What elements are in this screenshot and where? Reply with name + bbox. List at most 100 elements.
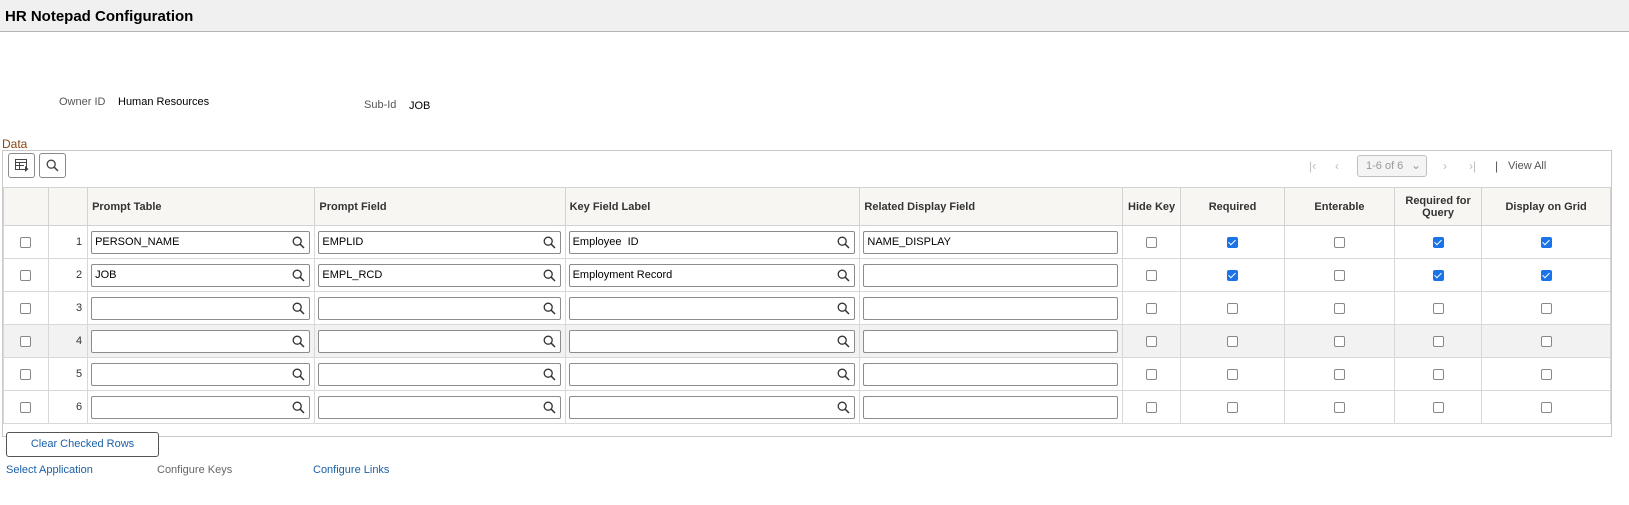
enterable-checkbox[interactable]	[1333, 269, 1345, 281]
first-page-icon[interactable]: |‹	[1309, 159, 1316, 173]
lookup-search-icon[interactable]	[837, 401, 850, 414]
lookup-search-icon[interactable]	[837, 236, 850, 249]
display-on-grid-checkbox[interactable]	[1540, 269, 1552, 281]
row-select-checkbox[interactable]	[20, 401, 32, 413]
row-select-checkbox[interactable]	[20, 236, 32, 248]
prompt-table-input[interactable]	[92, 396, 287, 418]
prompt-table-input[interactable]	[92, 297, 287, 319]
hide-key-checkbox[interactable]	[1146, 335, 1158, 347]
lookup-search-icon[interactable]	[543, 335, 556, 348]
display-on-grid-checkbox[interactable]	[1540, 401, 1552, 413]
enterable-checkbox[interactable]	[1333, 335, 1345, 347]
display-on-grid-header: Display on Grid	[1481, 187, 1611, 226]
lookup-search-icon[interactable]	[837, 302, 850, 315]
required-checkbox[interactable]	[1227, 368, 1239, 380]
prompt-table-wrapper	[91, 296, 311, 320]
display-on-grid-checkbox[interactable]	[1540, 335, 1552, 347]
prompt-field-input[interactable]	[319, 363, 537, 385]
required-for-query-checkbox[interactable]	[1432, 368, 1444, 380]
enterable-checkbox[interactable]	[1333, 368, 1345, 380]
lookup-search-icon[interactable]	[543, 302, 556, 315]
related-display-field-input[interactable]	[864, 231, 1115, 253]
row-select-checkbox[interactable]	[20, 302, 32, 314]
find-in-grid-button[interactable]	[39, 153, 66, 178]
required-for-query-checkbox[interactable]	[1432, 401, 1444, 413]
required-for-query-checkbox[interactable]	[1432, 335, 1444, 347]
select-application-link[interactable]: Select Application	[6, 464, 93, 476]
key-field-label-input[interactable]	[569, 297, 832, 319]
prompt-field-wrapper	[318, 296, 561, 320]
key-field-label-header: Key Field Label	[564, 187, 861, 226]
previous-page-icon[interactable]: ‹	[1335, 159, 1339, 173]
last-page-icon[interactable]: ›|	[1469, 159, 1476, 173]
enterable-checkbox[interactable]	[1333, 401, 1345, 413]
hide-key-checkbox[interactable]	[1146, 302, 1158, 314]
hide-key-checkbox[interactable]	[1146, 269, 1158, 281]
related-display-field-input[interactable]	[864, 330, 1115, 352]
table-row: 6	[3, 390, 1611, 424]
lookup-search-icon[interactable]	[292, 302, 305, 315]
lookup-search-icon[interactable]	[837, 368, 850, 381]
lookup-search-icon[interactable]	[543, 401, 556, 414]
lookup-search-icon[interactable]	[543, 269, 556, 282]
search-icon	[46, 159, 59, 172]
related-display-field-input[interactable]	[864, 297, 1115, 319]
required-for-query-checkbox[interactable]	[1432, 236, 1444, 248]
enterable-checkbox[interactable]	[1333, 236, 1345, 248]
lookup-search-icon[interactable]	[292, 335, 305, 348]
row-select-checkbox[interactable]	[20, 335, 32, 347]
lookup-search-icon[interactable]	[292, 401, 305, 414]
prompt-field-input[interactable]	[319, 264, 537, 286]
view-all-link[interactable]: View All	[1508, 160, 1546, 172]
required-checkbox[interactable]	[1227, 335, 1239, 347]
related-display-field-input[interactable]	[864, 264, 1115, 286]
lookup-search-icon[interactable]	[543, 368, 556, 381]
display-on-grid-checkbox[interactable]	[1540, 368, 1552, 380]
lookup-search-icon[interactable]	[543, 236, 556, 249]
required-checkbox[interactable]	[1227, 269, 1239, 281]
key-field-label-input[interactable]	[569, 231, 832, 253]
display-on-grid-checkbox[interactable]	[1540, 236, 1552, 248]
required-for-query-checkbox[interactable]	[1432, 302, 1444, 314]
hide-key-checkbox[interactable]	[1146, 236, 1158, 248]
configure-links-link[interactable]: Configure Links	[313, 464, 389, 476]
key-field-label-input[interactable]	[569, 396, 832, 418]
hide-key-checkbox[interactable]	[1146, 368, 1158, 380]
prompt-table-input[interactable]	[92, 231, 287, 253]
lookup-search-icon[interactable]	[292, 236, 305, 249]
lookup-search-icon[interactable]	[837, 335, 850, 348]
prompt-table-input[interactable]	[92, 330, 287, 352]
prompt-field-input[interactable]	[319, 330, 537, 352]
key-field-label-input[interactable]	[569, 363, 832, 385]
lookup-search-icon[interactable]	[292, 269, 305, 282]
prompt-field-input[interactable]	[319, 231, 537, 253]
prompt-table-input[interactable]	[92, 363, 287, 385]
required-checkbox[interactable]	[1227, 401, 1239, 413]
lookup-search-icon[interactable]	[837, 269, 850, 282]
prompt-field-input[interactable]	[319, 297, 537, 319]
display-on-grid-checkbox[interactable]	[1540, 302, 1552, 314]
key-field-label-input[interactable]	[569, 264, 832, 286]
related-display-field-input[interactable]	[864, 363, 1115, 385]
data-section-label: Data	[2, 137, 28, 151]
row-select-checkbox[interactable]	[20, 269, 32, 281]
row-select-checkbox[interactable]	[20, 368, 32, 380]
hide-key-checkbox[interactable]	[1146, 401, 1158, 413]
required-checkbox[interactable]	[1227, 302, 1239, 314]
related-display-field-input[interactable]	[864, 396, 1115, 418]
page-range-select[interactable]: 1-6 of 6 ⌄	[1357, 155, 1427, 177]
page-range-value: 1-6 of 6	[1366, 160, 1404, 172]
clear-checked-rows-button[interactable]: Clear Checked Rows	[6, 432, 159, 457]
prompt-field-input[interactable]	[319, 396, 537, 418]
required-checkbox[interactable]	[1227, 236, 1239, 248]
related-display-field-header: Related Display Field	[859, 187, 1124, 226]
lookup-search-icon[interactable]	[292, 368, 305, 381]
key-field-label-wrapper	[568, 395, 856, 419]
next-page-icon[interactable]: ›	[1443, 159, 1447, 173]
prompt-field-wrapper	[318, 395, 561, 419]
enterable-checkbox[interactable]	[1333, 302, 1345, 314]
required-for-query-checkbox[interactable]	[1432, 269, 1444, 281]
key-field-label-input[interactable]	[569, 330, 832, 352]
prompt-table-input[interactable]	[92, 264, 287, 286]
personalize-grid-button[interactable]	[8, 153, 35, 178]
